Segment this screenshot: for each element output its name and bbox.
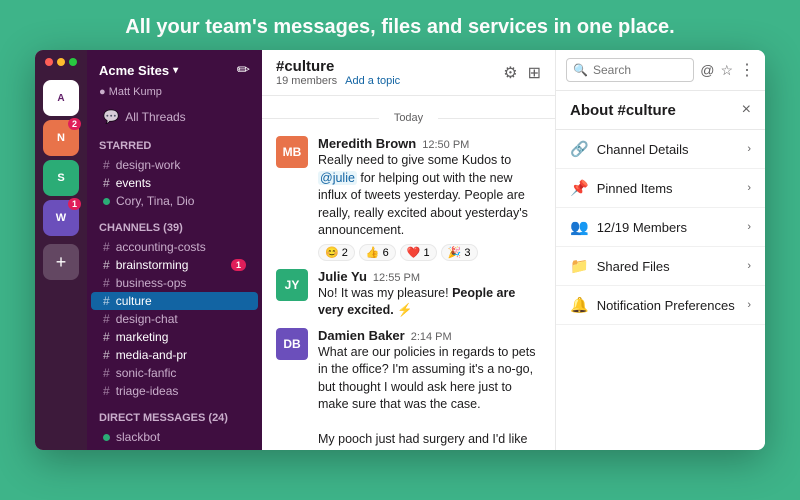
reaction-party[interactable]: 🎉 3 xyxy=(441,244,478,261)
reaction-heart[interactable]: ❤️ 1 xyxy=(400,244,437,261)
dm-brandon[interactable]: Brandon Velestuk xyxy=(91,446,258,450)
sidebar-item-events[interactable]: # events xyxy=(91,174,258,192)
panel-label-pinned: Pinned Items xyxy=(597,181,673,196)
message-damien-1: DB Damien Baker 2:14 PM What are our pol… xyxy=(262,324,555,451)
more-icon[interactable]: ⋮ xyxy=(739,60,755,80)
sidebar: Acme Sites ▾ ✏ ● Matt Kump 💬 All Threads… xyxy=(87,50,262,450)
threads-icon: 💬 xyxy=(103,109,119,125)
channels-section: CHANNELS (39) xyxy=(87,210,262,238)
sidebar-item-all-threads[interactable]: 💬 All Threads xyxy=(91,106,258,128)
workspace-chevron-icon: ▾ xyxy=(173,65,178,76)
mention-icon[interactable]: @ xyxy=(700,62,714,78)
workspace-icon-3[interactable]: S xyxy=(43,160,79,196)
msg-text-3: What are our policies in regards to pets… xyxy=(318,344,541,451)
msg-author-meredith: Meredith Brown xyxy=(318,136,416,151)
sidebar-channel-brainstorming[interactable]: # brainstorming 1 xyxy=(91,256,258,274)
channel-header-icons: ⚙ ⊞ xyxy=(503,63,541,83)
workspace-icon-2[interactable]: N 2 xyxy=(43,120,79,156)
sidebar-item-design-work[interactable]: # design-work xyxy=(91,156,258,174)
panel-item-pinned[interactable]: 📌 Pinned Items › xyxy=(556,169,765,208)
channel-header: #culture 19 members Add a topic ⚙ ⊞ xyxy=(262,50,555,96)
message-meredith: MB Meredith Brown 12:50 PM Really need t… xyxy=(262,132,555,265)
right-panel-header: About #culture × xyxy=(556,91,765,130)
reaction-smile[interactable]: 😊 2 xyxy=(318,244,355,261)
panel-label-shared-files: Shared Files xyxy=(597,259,670,274)
add-workspace-button[interactable]: + xyxy=(43,244,79,280)
msg-time-3: 2:14 PM xyxy=(411,331,452,343)
sidebar-channel-triage[interactable]: # triage-ideas xyxy=(91,382,258,400)
traffic-light-maximize[interactable] xyxy=(69,58,77,66)
app-window: A N 2 S W 1 + Acme Sites ▾ ✏ ● Matt Kump xyxy=(35,50,765,450)
sidebar-channel-business-ops[interactable]: # business-ops xyxy=(91,274,258,292)
traffic-light-close[interactable] xyxy=(45,58,53,66)
icon-rail: A N 2 S W 1 + xyxy=(35,50,87,450)
msg-text-2: No! It was my pleasure! People are very … xyxy=(318,285,541,320)
dm-slackbot[interactable]: slackbot xyxy=(91,428,258,446)
traffic-light-minimize[interactable] xyxy=(57,58,65,66)
main-content: #culture 19 members Add a topic ⚙ ⊞ Toda… xyxy=(262,50,555,450)
channel-details-icon: 🔗 xyxy=(570,140,589,158)
msg-time-2: 12:55 PM xyxy=(373,272,420,284)
msg-author-damien: Damien Baker xyxy=(318,328,405,343)
online-dot xyxy=(103,198,110,205)
reaction-thumbs[interactable]: 👍 6 xyxy=(359,244,396,261)
msg-reactions-1: 😊 2 👍 6 ❤️ 1 🎉 3 xyxy=(318,244,541,261)
chevron-right-icon-5: › xyxy=(747,299,751,311)
msg-time-1: 12:50 PM xyxy=(422,139,469,151)
channel-title: #culture xyxy=(276,58,400,75)
msg-text-1: Really need to give some Kudos to @julie… xyxy=(318,152,541,240)
members-icon: 👥 xyxy=(570,218,589,236)
sidebar-channel-sonic-fanfic[interactable]: # sonic-fanfic xyxy=(91,364,258,382)
panel-item-members[interactable]: 👥 12/19 Members › xyxy=(556,208,765,247)
msg-author-julie: Julie Yu xyxy=(318,269,367,284)
sidebar-channel-marketing[interactable]: # marketing xyxy=(91,328,258,346)
date-divider: Today xyxy=(262,112,555,124)
dm-section: DIRECT MESSAGES (24) xyxy=(87,400,262,428)
starred-section: STARRED xyxy=(87,128,262,156)
panel-item-channel-details[interactable]: 🔗 Channel Details › xyxy=(556,130,765,169)
workspace-icon-4[interactable]: W 1 xyxy=(43,200,79,236)
panel-item-notifications[interactable]: 🔔 Notification Preferences › xyxy=(556,286,765,325)
chevron-right-icon: › xyxy=(747,143,751,155)
messages-area: Today MB Meredith Brown 12:50 PM Really … xyxy=(262,96,555,450)
shared-files-icon: 📁 xyxy=(570,257,589,275)
search-icon: 🔍 xyxy=(573,63,588,77)
workspace-icon-acme[interactable]: A xyxy=(43,80,79,116)
sidebar-channel-accounting[interactable]: # accounting-costs xyxy=(91,238,258,256)
right-panel-title: About #culture xyxy=(570,102,676,119)
chevron-right-icon-3: › xyxy=(747,221,751,233)
sidebar-channel-design-chat[interactable]: # design-chat xyxy=(91,310,258,328)
close-panel-button[interactable]: × xyxy=(742,101,751,119)
user-status: ● Matt Kump xyxy=(87,86,262,106)
tagline: All your team's messages, files and serv… xyxy=(105,0,694,50)
right-panel: 🔍 @ ☆ ⋮ About #culture × 🔗 Channel Detai… xyxy=(555,50,765,450)
star-icon[interactable]: ☆ xyxy=(720,62,733,79)
panel-label-notifications: Notification Preferences xyxy=(597,298,735,313)
sidebar-item-cory-tina-dio[interactable]: Cory, Tina, Dio xyxy=(91,192,258,210)
panel-label-channel-details: Channel Details xyxy=(597,142,689,157)
notification-icon: 🔔 xyxy=(570,296,589,314)
settings-icon[interactable]: ⚙ xyxy=(503,63,517,83)
channel-meta: 19 members Add a topic xyxy=(276,75,400,87)
compose-icon[interactable]: ✏ xyxy=(237,60,250,80)
avatar-julie: JY xyxy=(276,269,308,301)
sidebar-channel-culture[interactable]: # culture xyxy=(91,292,258,310)
message-julie: JY Julie Yu 12:55 PM No! It was my pleas… xyxy=(262,265,555,324)
avatar-damien: DB xyxy=(276,328,308,360)
pinned-items-icon: 📌 xyxy=(570,179,589,197)
add-topic-link[interactable]: Add a topic xyxy=(345,75,400,87)
workspace-name[interactable]: Acme Sites ▾ xyxy=(99,63,178,78)
online-indicator xyxy=(103,434,110,441)
sidebar-channel-media-and-pr[interactable]: # media-and-pr xyxy=(91,346,258,364)
grid-view-icon[interactable]: ⊞ xyxy=(528,63,541,83)
panel-item-shared-files[interactable]: 📁 Shared Files › xyxy=(556,247,765,286)
avatar-meredith: MB xyxy=(276,136,308,168)
chevron-right-icon-2: › xyxy=(747,182,751,194)
panel-label-members: 12/19 Members xyxy=(597,220,687,235)
chevron-right-icon-4: › xyxy=(747,260,751,272)
